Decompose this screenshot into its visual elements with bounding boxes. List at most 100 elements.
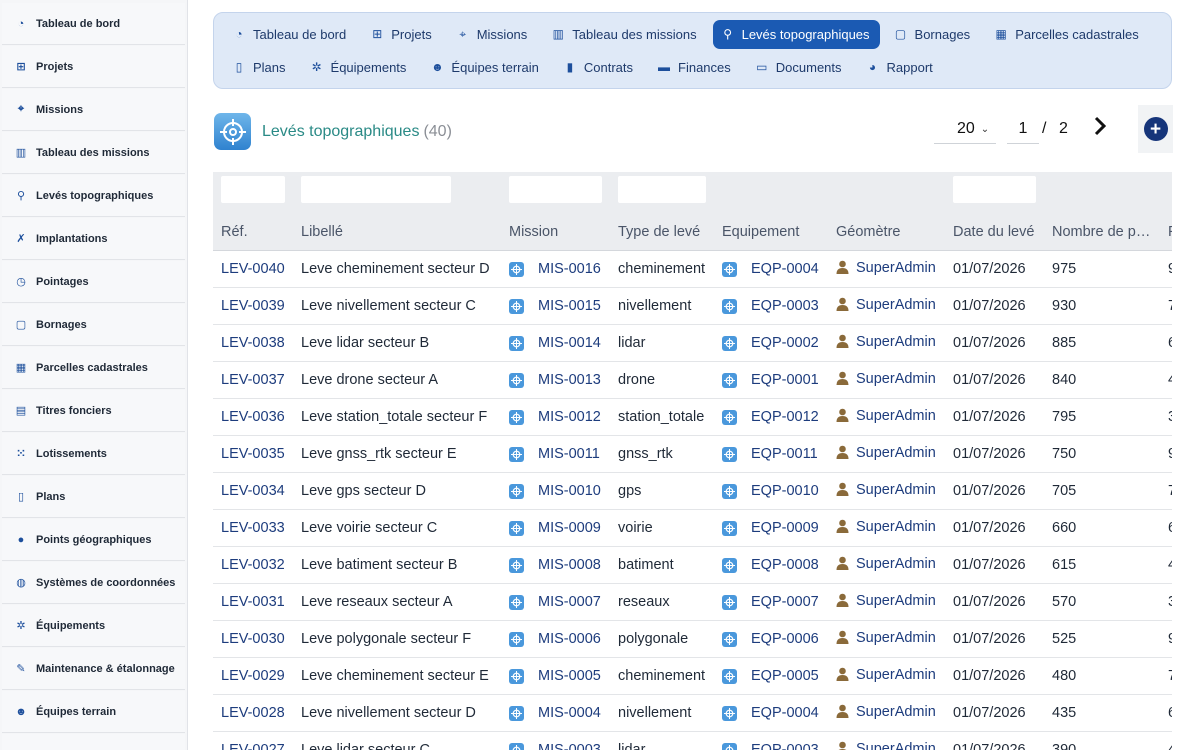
- column-header[interactable]: P: [1160, 215, 1172, 251]
- sidebar-item[interactable]: ● Points géographiques: [2, 519, 185, 561]
- geometre-link[interactable]: SuperAdmin: [856, 334, 936, 350]
- table-row[interactable]: LEV-0033 Leve voirie secteur C MIS-0009 voi…: [213, 509, 1172, 547]
- mission-link[interactable]: MIS-0004: [538, 705, 601, 721]
- top-nav-item[interactable]: ▭ Documents: [747, 53, 852, 82]
- geometre-link[interactable]: SuperAdmin: [856, 297, 936, 313]
- sidebar-item[interactable]: ☻ Équipes terrain: [2, 691, 185, 733]
- ref-link[interactable]: LEV-0036: [221, 409, 285, 425]
- sidebar-item[interactable]: ⁙ Lotissements: [2, 433, 185, 475]
- column-header[interactable]: Equipement: [714, 215, 828, 251]
- geometre-link[interactable]: SuperAdmin: [856, 556, 936, 572]
- sidebar-item[interactable]: ⌖ Missions: [2, 89, 185, 131]
- mission-link[interactable]: MIS-0007: [538, 594, 601, 610]
- ref-link[interactable]: LEV-0030: [221, 631, 285, 647]
- ref-link[interactable]: LEV-0034: [221, 483, 285, 499]
- ref-link[interactable]: LEV-0031: [221, 594, 285, 610]
- geometre-link[interactable]: SuperAdmin: [856, 371, 936, 387]
- equipment-link[interactable]: EQP-0010: [751, 483, 819, 499]
- column-header[interactable]: Libellé: [293, 215, 501, 251]
- sidebar-item[interactable]: ◍ Systèmes de coordonnées: [2, 562, 185, 604]
- mission-link[interactable]: MIS-0016: [538, 261, 601, 277]
- mission-link[interactable]: MIS-0003: [538, 742, 601, 750]
- geometre-link[interactable]: SuperAdmin: [856, 260, 936, 276]
- equipment-link[interactable]: EQP-0001: [751, 372, 819, 388]
- equipment-link[interactable]: EQP-0002: [751, 335, 819, 351]
- ref-link[interactable]: LEV-0037: [221, 372, 285, 388]
- geometre-link[interactable]: SuperAdmin: [856, 593, 936, 609]
- current-page-input[interactable]: 1: [1007, 115, 1039, 144]
- table-row[interactable]: LEV-0030 Leve polygonale secteur F MIS-000…: [213, 620, 1172, 658]
- top-nav-item[interactable]: ▢ Bornages: [886, 20, 981, 49]
- mission-link[interactable]: MIS-0006: [538, 631, 601, 647]
- ref-link[interactable]: LEV-0033: [221, 520, 285, 536]
- ref-link[interactable]: LEV-0039: [221, 298, 285, 314]
- mission-link[interactable]: MIS-0012: [538, 409, 601, 425]
- column-header[interactable]: Mission: [501, 215, 610, 251]
- column-header[interactable]: Type de levé: [610, 215, 714, 251]
- table-row[interactable]: LEV-0039 Leve nivellement secteur C MIS-00…: [213, 287, 1172, 325]
- mission-link[interactable]: MIS-0008: [538, 557, 601, 573]
- mission-link[interactable]: MIS-0011: [538, 446, 600, 462]
- sidebar-item[interactable]: ◔ Tableau de bord: [2, 3, 185, 45]
- sidebar-item[interactable]: ⚲ Levés topographiques: [2, 175, 185, 217]
- sidebar-item[interactable]: ✗ Implantations: [2, 218, 185, 260]
- equipment-link[interactable]: EQP-0005: [751, 668, 819, 684]
- geometre-link[interactable]: SuperAdmin: [856, 482, 936, 498]
- sidebar-item[interactable]: ⊞ Projets: [2, 46, 185, 88]
- top-nav-item[interactable]: ▦ Parcelles cadastrales: [986, 20, 1149, 49]
- geometre-link[interactable]: SuperAdmin: [856, 408, 936, 424]
- table-row[interactable]: LEV-0040 Leve cheminement secteur D MIS-00…: [213, 250, 1172, 288]
- table-row[interactable]: LEV-0028 Leve nivellement secteur D MIS-00…: [213, 694, 1172, 732]
- top-nav-item[interactable]: ⊞ Projets: [362, 20, 441, 49]
- top-nav-item[interactable]: ☻ Équipes terrain: [422, 53, 548, 82]
- ref-link[interactable]: LEV-0029: [221, 668, 285, 684]
- table-row[interactable]: LEV-0027 Leve lidar secteur C MIS-0003 lida…: [213, 731, 1172, 750]
- table-row[interactable]: LEV-0037 Leve drone secteur A MIS-0013 dron…: [213, 361, 1172, 399]
- ref-link[interactable]: LEV-0038: [221, 335, 285, 351]
- table-row[interactable]: LEV-0034 Leve gps secteur D MIS-0010 gps EQP…: [213, 472, 1172, 510]
- equipment-link[interactable]: EQP-0004: [751, 261, 819, 277]
- geometre-link[interactable]: SuperAdmin: [856, 667, 936, 683]
- mission-link[interactable]: MIS-0010: [538, 483, 601, 499]
- top-nav-item[interactable]: ◔ Tableau de bord: [224, 20, 356, 49]
- column-header[interactable]: Nombre de p…: [1044, 215, 1160, 251]
- table-row[interactable]: LEV-0029 Leve cheminement secteur E MIS-00…: [213, 657, 1172, 695]
- top-nav-item[interactable]: ▮ Contrats: [555, 53, 643, 82]
- sidebar-item[interactable]: ▤ Titres fonciers: [2, 390, 185, 432]
- top-nav-item[interactable]: ⌖ Missions: [448, 20, 538, 49]
- table-row[interactable]: LEV-0036 Leve station_totale secteur F MIS…: [213, 398, 1172, 436]
- geometre-link[interactable]: SuperAdmin: [856, 741, 936, 750]
- ref-link[interactable]: LEV-0040: [221, 261, 285, 277]
- equipment-link[interactable]: EQP-0009: [751, 520, 819, 536]
- top-nav-item[interactable]: ▥ Tableau des missions: [543, 20, 706, 49]
- mission-link[interactable]: MIS-0013: [538, 372, 601, 388]
- ref-link[interactable]: LEV-0032: [221, 557, 285, 573]
- ref-link[interactable]: LEV-0028: [221, 705, 285, 721]
- sidebar-item[interactable]: ✲ Équipements: [2, 605, 185, 647]
- equipment-link[interactable]: EQP-0007: [751, 594, 819, 610]
- next-page-button[interactable]: [1090, 115, 1112, 137]
- top-nav-item[interactable]: ▬ Finances: [649, 53, 741, 82]
- sidebar-item[interactable]: ▢ Bornages: [2, 304, 185, 346]
- sidebar-item[interactable]: ♙Personnel technique: [2, 734, 185, 750]
- date-filter-input[interactable]: [953, 176, 1036, 203]
- sidebar-item[interactable]: ▯ Plans: [2, 476, 185, 518]
- column-header[interactable]: Géomètre: [828, 215, 945, 251]
- table-row[interactable]: LEV-0032 Leve batiment secteur B MIS-0008 b…: [213, 546, 1172, 584]
- top-nav-item[interactable]: ✲ Équipements: [302, 53, 417, 82]
- equipment-link[interactable]: EQP-0008: [751, 557, 819, 573]
- add-button[interactable]: +: [1143, 117, 1168, 141]
- table-row[interactable]: LEV-0031 Leve reseaux secteur A MIS-0007 re…: [213, 583, 1172, 621]
- column-header[interactable]: Date du levé: [945, 215, 1044, 251]
- mission-filter-input[interactable]: [509, 176, 602, 203]
- equipment-link[interactable]: EQP-0006: [751, 631, 819, 647]
- top-nav-item[interactable]: ⚲ Levés topographiques: [712, 19, 880, 49]
- equipment-link[interactable]: EQP-0004: [751, 705, 819, 721]
- sidebar-item[interactable]: ▦ Parcelles cadastrales: [2, 347, 185, 389]
- sidebar-item[interactable]: ◷ Pointages: [2, 261, 185, 303]
- sidebar-item[interactable]: ✎ Maintenance & étalonnage: [2, 648, 185, 690]
- sidebar-item[interactable]: ▥ Tableau des missions: [2, 132, 185, 174]
- geometre-link[interactable]: SuperAdmin: [856, 519, 936, 535]
- ref-filter-input[interactable]: [221, 176, 285, 203]
- mission-link[interactable]: MIS-0015: [538, 298, 601, 314]
